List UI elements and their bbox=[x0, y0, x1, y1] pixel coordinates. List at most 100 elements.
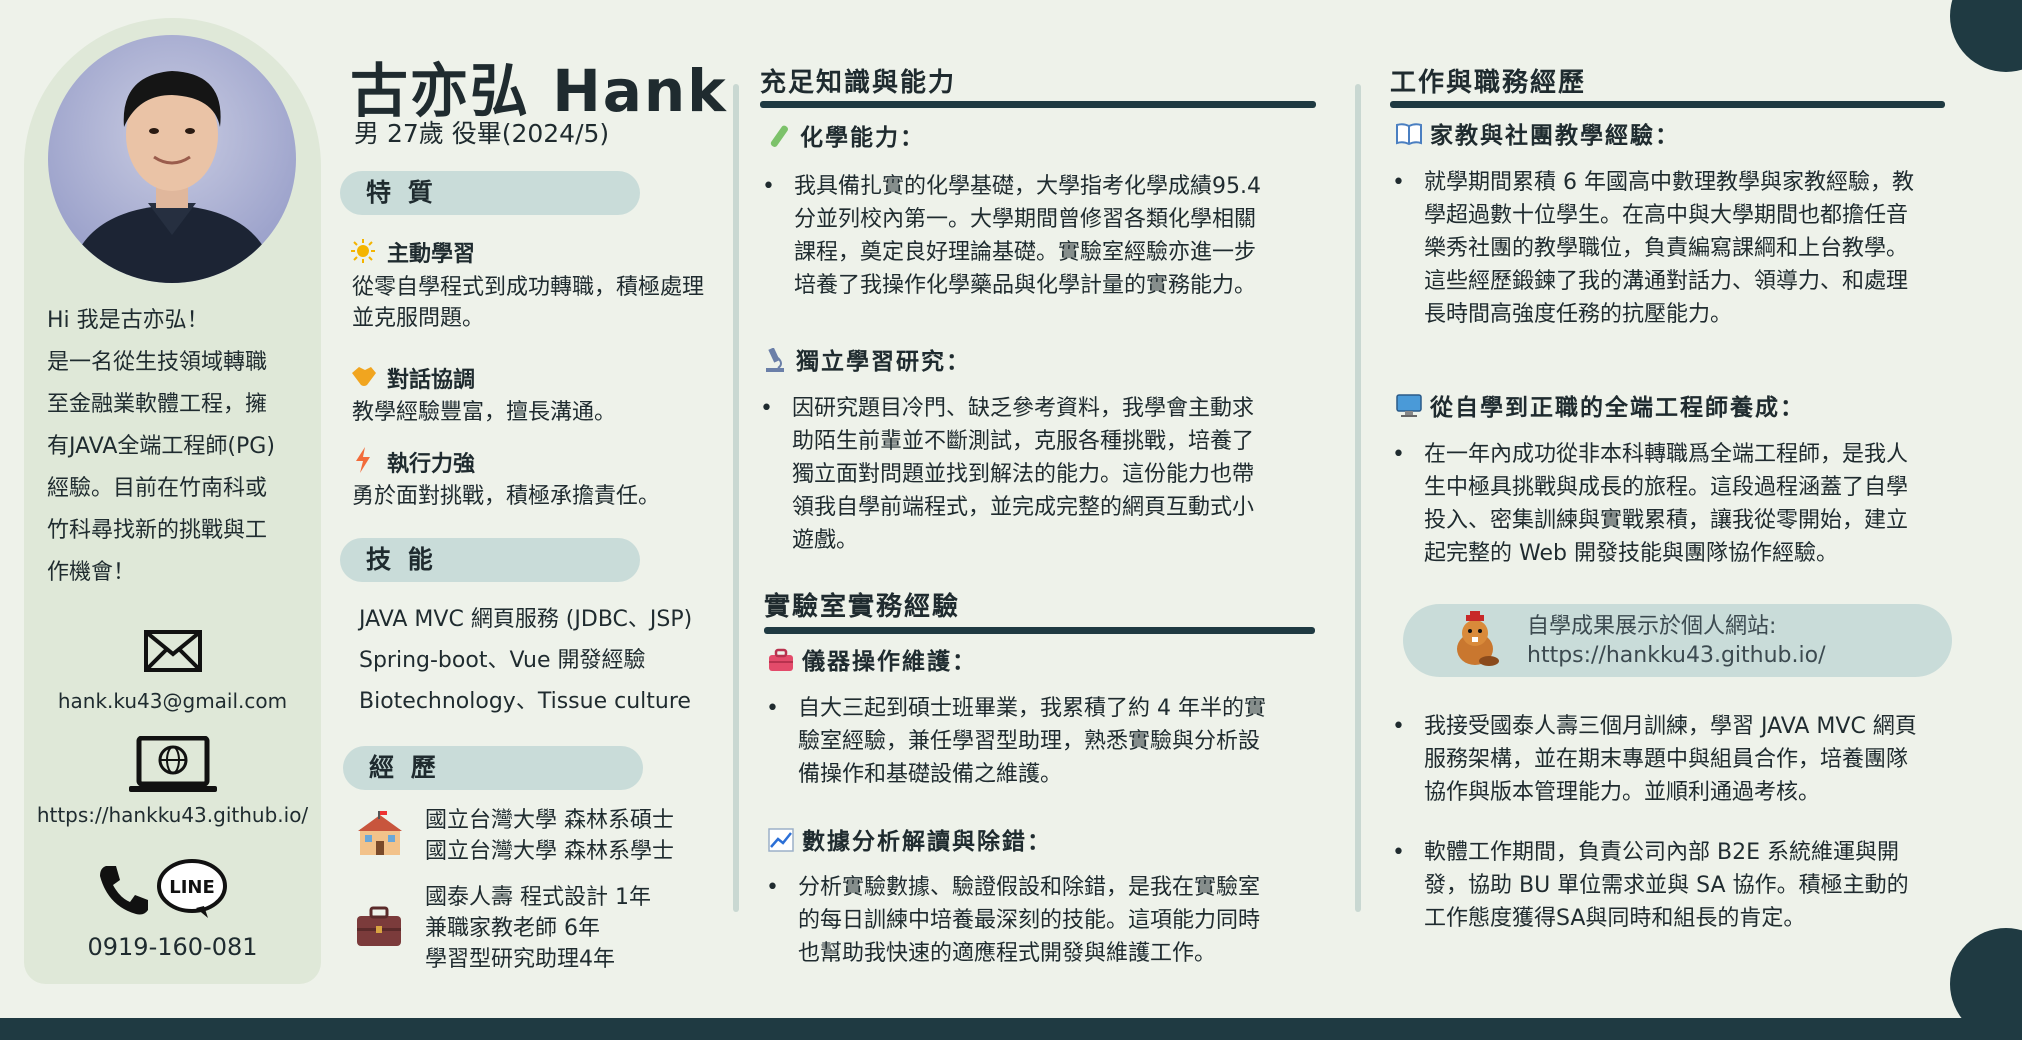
line-app-icon: LINE bbox=[157, 859, 227, 918]
intro-line: 竹科尋找新的挑戰與工 bbox=[47, 518, 268, 543]
text-line: 樂秀社團的教學職位，負責編寫課綱和上台教學。 bbox=[1424, 236, 1909, 261]
work-item: 學習型研究助理4年 bbox=[425, 947, 615, 972]
column-divider bbox=[733, 84, 739, 912]
envelope-icon bbox=[144, 630, 202, 672]
trait-text: 教學經驗豐富，擅長溝通。 bbox=[352, 400, 617, 425]
subsection-label: 從自學到正職的全端工程師養成： bbox=[1430, 395, 1805, 421]
text-line: 發，協助 BU 單位需求並與 SA 協作。積極主動的 bbox=[1424, 873, 1909, 898]
work-list: 國泰人壽 程式設計 1年 兼職家教老師 6年 學習型研究助理4年 bbox=[425, 882, 651, 975]
line-label: LINE bbox=[169, 877, 215, 898]
text-line: 分並列校內第一。大學期間曾修習各類化學相關 bbox=[794, 207, 1257, 232]
text-line: 因研究題目冷門、缺乏參考資料，我學會主動求 bbox=[792, 396, 1255, 421]
work-item: 兼職家教老師 6年 bbox=[425, 916, 600, 941]
text-line: 獨立面對問題並找到解法的能力。這份能力也帶 bbox=[792, 462, 1255, 487]
text-line: 工作態度獲得SA與同時和組長的肯定。 bbox=[1424, 906, 1806, 931]
skills-heading: 技 能 bbox=[340, 538, 640, 582]
skill-item: JAVA MVC 網頁服務 (JDBC、JSP) bbox=[359, 607, 693, 632]
chart-icon bbox=[768, 828, 794, 852]
text-line: 也幫助我快速的適應程式開發與維護工作。 bbox=[798, 941, 1217, 966]
trait-text: 從零自學程式到成功轉職，積極處理並克服問題。 bbox=[352, 275, 705, 331]
section-rule bbox=[760, 101, 1316, 108]
bullet-paragraph: 軟體工作期間，負責公司內部 B2E 系統維運與開 發，協助 BU 單位需求並與 … bbox=[1390, 836, 1962, 935]
beaver-mascot-icon bbox=[1457, 611, 1499, 666]
text-line: 領我自學前端程式，並完成完整的網頁互動式小 bbox=[792, 495, 1255, 520]
text-line: 這些經歷鍛鍊了我的溝通對話力、領導力、和處理 bbox=[1424, 269, 1909, 294]
subsection-title: 化學能力： bbox=[766, 118, 925, 152]
text-line: 服務架構，並在期末專題中與組員合作，培養團隊 bbox=[1424, 747, 1909, 772]
text-line: 軟體工作期間，負責公司內部 B2E 系統維運與開 bbox=[1424, 840, 1899, 865]
bullet-paragraph: 我具備扎實的化學基礎，大學指考化學成績95.4 分並列校內第一。大學期間曾修習各… bbox=[760, 170, 1320, 302]
intro-line: 是一名從生技領域轉職 bbox=[47, 350, 268, 375]
email-address[interactable]: hank.ku43@gmail.com bbox=[24, 689, 321, 713]
text-line: 驗室經驗，兼任學習型助理，熟悉實驗與分析設 bbox=[798, 729, 1261, 754]
sun-icon bbox=[351, 239, 375, 263]
subsection-title: 從自學到正職的全端工程師養成： bbox=[1396, 388, 1805, 422]
toolbox-icon bbox=[769, 648, 793, 671]
intro-line: 有JAVA全端工程師(PG) bbox=[47, 434, 275, 459]
education-item: 國立台灣大學 森林系碩士 bbox=[425, 808, 674, 833]
education-list: 國立台灣大學 森林系碩士 國立台灣大學 森林系學士 bbox=[425, 805, 674, 867]
text-line: 我具備扎實的化學基礎，大學指考化學成績95.4 bbox=[794, 174, 1261, 199]
school-icon bbox=[358, 811, 402, 855]
personal-info: 男 27歲 役畢(2024/5) bbox=[354, 119, 610, 148]
bullet-paragraph: 自大三起到碩士班畢業，我累積了約 4 年半的實 驗室經驗，兼任學習型助理，熟悉實… bbox=[764, 692, 1324, 791]
briefcase-icon bbox=[357, 906, 401, 946]
profile-photo bbox=[48, 35, 296, 283]
subsection-label: 家教與社團教學經驗： bbox=[1430, 123, 1680, 149]
skill-item: Spring-boot、Vue 開發經驗 bbox=[359, 648, 646, 673]
intro-line: 作機會！ bbox=[47, 560, 136, 585]
text-line: 分析實驗數據、驗證假設和除錯，是我在實驗室 bbox=[798, 875, 1261, 900]
text-line: 就學期間累積 6 年國高中數理教學與家教經驗，教 bbox=[1424, 170, 1914, 195]
section-title: 充足知識與能力 bbox=[760, 68, 957, 98]
intro-line: 經驗。目前在竹南科或 bbox=[47, 476, 268, 501]
text-line: 投入、密集訓練與實戰累積，讓我從零開始，建立 bbox=[1424, 508, 1909, 533]
text-line: 起完整的 Web 開發技能與團隊協作經驗。 bbox=[1424, 541, 1838, 566]
trait-title: 對話協調 bbox=[387, 368, 476, 393]
computer-icon bbox=[1396, 394, 1422, 417]
trait-title: 執行力強 bbox=[387, 452, 476, 477]
website-callout-text: 自學成果展示於個人網站: https://hankku43.github.io/ bbox=[1527, 612, 1826, 670]
work-item: 國泰人壽 程式設計 1年 bbox=[425, 885, 651, 910]
website-callout-label: 自學成果展示於個人網站: bbox=[1527, 614, 1777, 639]
text-line: 在一年內成功從非本科轉職爲全端工程師，是我人 bbox=[1424, 442, 1909, 467]
website-callout-url[interactable]: https://hankku43.github.io/ bbox=[1527, 641, 1826, 670]
bullet-paragraph: 就學期間累積 6 年國高中數理教學與家教經驗，教 學超過數十位學生。在高中與大學… bbox=[1390, 166, 1962, 331]
subsection-label: 儀器操作維護： bbox=[802, 649, 977, 675]
bullet-paragraph: 因研究題目冷門、缺乏參考資料，我學會主動求 助陌生前輩並不斷測試，克服各種挑戰，… bbox=[758, 392, 1318, 557]
bullet-paragraph: 在一年內成功從非本科轉職爲全端工程師，是我人 生中極具挑戰與成長的旅程。這段過程… bbox=[1390, 438, 1962, 570]
text-line: 協作與版本管理能力。並順利通過考核。 bbox=[1424, 780, 1821, 805]
text-line: 自大三起到碩士班畢業，我累積了約 4 年半的實 bbox=[798, 696, 1266, 721]
lightning-icon bbox=[356, 447, 370, 473]
section-title: 工作與職務經歷 bbox=[1390, 68, 1587, 98]
traits-heading: 特 質 bbox=[340, 171, 640, 215]
laptop-globe-icon bbox=[129, 736, 217, 792]
section-title: 實驗室實務經驗 bbox=[764, 592, 961, 622]
bullet-paragraph: 分析實驗數據、驗證假設和除錯，是我在實驗室 的每日訓練中培養最深刻的技能。這項能… bbox=[764, 871, 1324, 970]
subsection-title: 儀器操作維護： bbox=[768, 642, 977, 676]
handshake-icon bbox=[352, 367, 376, 386]
column-divider bbox=[1355, 84, 1361, 912]
website-link[interactable]: https://hankku43.github.io/ bbox=[24, 803, 321, 827]
test-tube-icon bbox=[770, 125, 788, 147]
text-line: 我接受國泰人壽三個月訓練，學習 JAVA MVC 網頁 bbox=[1424, 714, 1917, 739]
text-line: 遊戲。 bbox=[792, 528, 859, 553]
subsection-label: 獨立學習研究： bbox=[796, 349, 971, 375]
corner-decoration-top bbox=[1950, 0, 2022, 72]
trait-title: 主動學習 bbox=[387, 242, 476, 267]
book-icon bbox=[1396, 123, 1422, 146]
phone-number[interactable]: 0919-160-081 bbox=[24, 933, 321, 961]
text-line: 備操作和基礎設備之維護。 bbox=[798, 762, 1063, 787]
subsection-label: 化學能力： bbox=[800, 125, 925, 151]
text-line: 助陌生前輩並不斷測試，克服各種挑戰，培養了 bbox=[792, 429, 1255, 454]
text-line: 長時間高強度任務的抗壓能力。 bbox=[1424, 302, 1733, 327]
text-line: 課程，奠定良好理論基礎。實驗室經驗亦進一步 bbox=[794, 240, 1257, 265]
history-heading: 經 歷 bbox=[343, 746, 643, 790]
education-item: 國立台灣大學 森林系學士 bbox=[425, 839, 674, 864]
trait-text: 勇於面對挑戰，積極承擔責任。 bbox=[352, 484, 661, 509]
bullet-paragraph: 我接受國泰人壽三個月訓練，學習 JAVA MVC 網頁 服務架構，並在期末專題中… bbox=[1390, 710, 1962, 809]
subsection-title: 家教與社團教學經驗： bbox=[1396, 116, 1680, 150]
text-line: 培養了我操作化學藥品與化學計量的實務能力。 bbox=[794, 273, 1257, 298]
microscope-icon bbox=[766, 348, 784, 372]
footer-bar bbox=[0, 1018, 2022, 1040]
subsection-title: 數據分析解讀與除錯： bbox=[768, 822, 1052, 856]
